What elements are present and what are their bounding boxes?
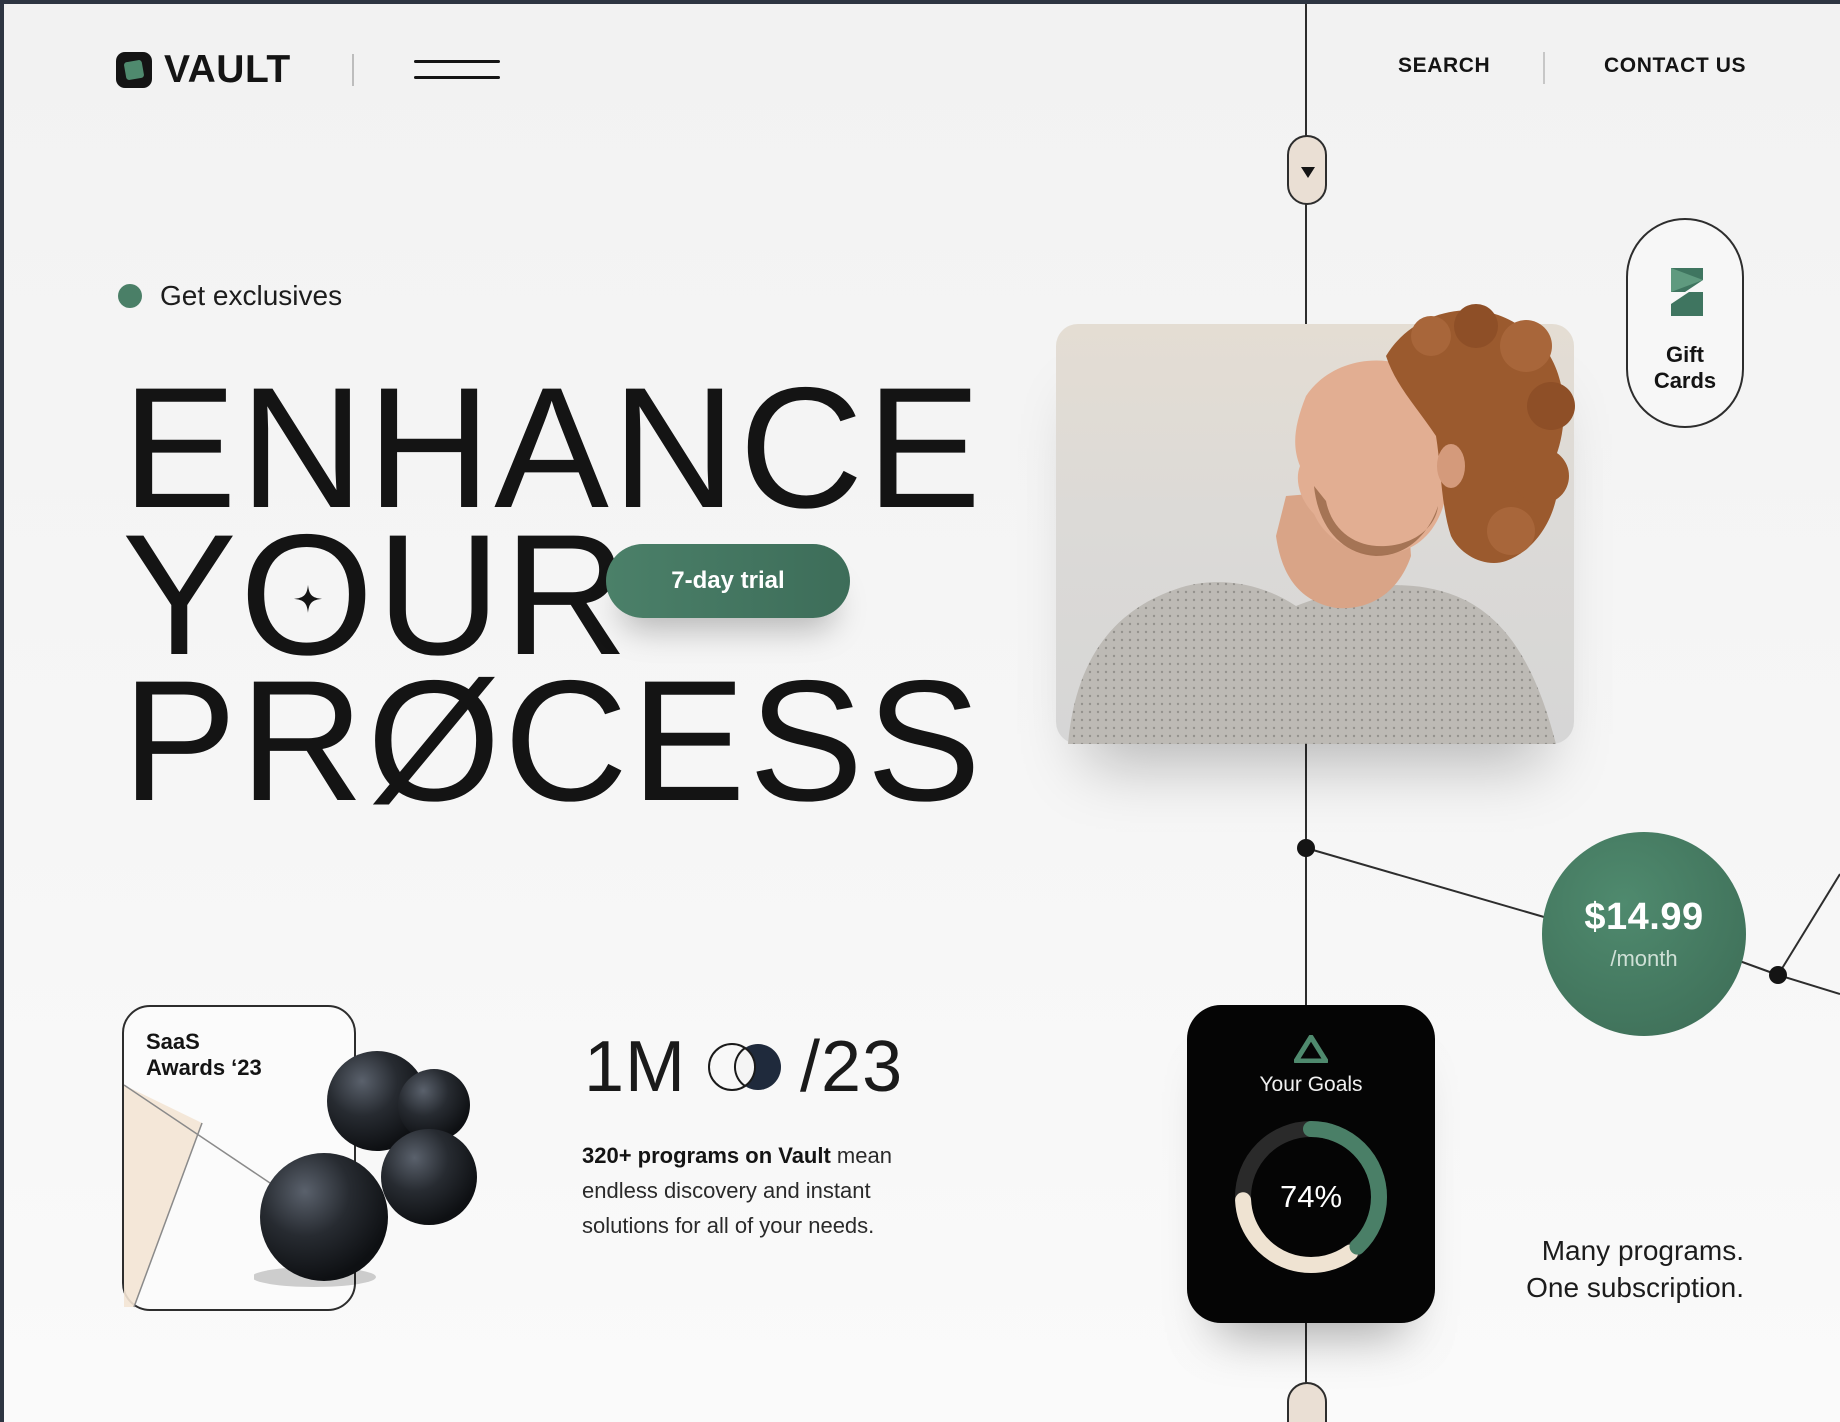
stats-description-bold: 320+ programs on Vault xyxy=(582,1143,831,1168)
goals-widget[interactable]: Your Goals 74% xyxy=(1187,1005,1435,1323)
scroll-down-button[interactable] xyxy=(1287,135,1327,205)
gift-cards-label: Gift Cards xyxy=(1628,342,1742,394)
gift-logo-icon xyxy=(1671,268,1703,316)
headline-line-3: PRØCESS xyxy=(122,645,985,837)
triangle-logo-icon xyxy=(1294,1035,1328,1063)
nav-search-link[interactable]: SEARCH xyxy=(1398,54,1490,78)
price-period: /month xyxy=(1610,946,1678,971)
logo[interactable]: VAULT xyxy=(116,48,291,92)
stat-users-value: 1M xyxy=(584,1027,687,1107)
header-divider xyxy=(352,54,354,86)
exclusives-label: Get exclusives xyxy=(160,280,343,311)
price-amount: $14.99 xyxy=(1584,896,1704,938)
tagline-line: Many programs. xyxy=(1541,1235,1744,1266)
trial-button[interactable]: 7-day trial xyxy=(606,544,850,618)
nav-divider xyxy=(1543,52,1545,84)
portrait-illustration xyxy=(1068,304,1575,744)
accent-dot xyxy=(118,284,142,308)
stats-description: 320+ programs on Vault mean endless disc… xyxy=(582,1138,942,1243)
nav-contact-link[interactable]: CONTACT US xyxy=(1604,54,1746,78)
landing-page: VAULT SEARCH CONTACT US Get exclusives E… xyxy=(4,4,1840,1422)
exclusives-tag[interactable]: Get exclusives xyxy=(118,280,342,312)
tagline: Many programs. One subscription. xyxy=(1464,1232,1744,1306)
star-icon xyxy=(294,584,323,613)
stat-year: /23 xyxy=(800,1027,904,1107)
tagline-line: One subscription. xyxy=(1526,1272,1744,1303)
connector-node xyxy=(1297,839,1315,857)
gift-label-line: Gift xyxy=(1666,342,1704,367)
logo-mark-icon xyxy=(116,52,152,88)
goals-percent: 74% xyxy=(1279,1179,1343,1214)
3d-blob-graphic xyxy=(254,1051,477,1287)
awards-card: SaaS Awards ‘23 xyxy=(122,1005,477,1311)
portrait-card xyxy=(1056,304,1575,744)
stat-users: 1M /23 xyxy=(584,1026,903,1108)
menu-icon[interactable] xyxy=(414,60,500,80)
scroll-pill-bottom[interactable] xyxy=(1287,1382,1327,1422)
price-badge[interactable]: $14.99 /month xyxy=(1542,832,1746,1036)
gift-cards-button[interactable]: Gift Cards xyxy=(1626,218,1744,428)
logo-text: VAULT xyxy=(164,48,291,91)
overlap-circles-icon xyxy=(708,1043,782,1091)
goals-title: Your Goals xyxy=(1259,1073,1363,1096)
awards-title: SaaS Awards ‘23 xyxy=(146,1029,262,1080)
gift-label-line: Cards xyxy=(1653,368,1717,393)
connector-node xyxy=(1769,966,1787,984)
